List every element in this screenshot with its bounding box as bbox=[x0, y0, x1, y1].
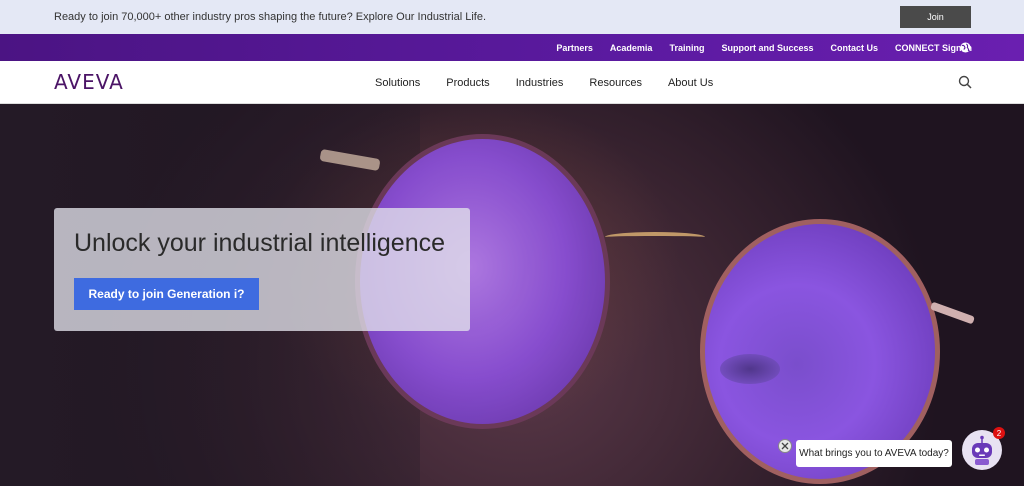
close-x-glyph bbox=[781, 442, 789, 450]
globe-icon[interactable] bbox=[960, 42, 971, 53]
hero-banner: Unlock your industrial intelligence Read… bbox=[0, 104, 1024, 486]
util-link-partners[interactable]: Partners bbox=[556, 43, 593, 53]
util-link-support[interactable]: Support and Success bbox=[721, 43, 813, 53]
util-link-academia[interactable]: Academia bbox=[610, 43, 653, 53]
eye-reflection bbox=[720, 354, 780, 384]
hero-card: Unlock your industrial intelligence Read… bbox=[54, 208, 470, 331]
nav-item-products[interactable]: Products bbox=[446, 77, 489, 89]
util-link-training[interactable]: Training bbox=[669, 43, 704, 53]
generation-i-button[interactable]: Ready to join Generation i? bbox=[74, 278, 259, 310]
aveva-logo[interactable]: AVEVA bbox=[54, 70, 124, 94]
nav-item-about-us[interactable]: About Us bbox=[668, 77, 713, 89]
join-button[interactable]: Join bbox=[900, 6, 971, 28]
search-icon[interactable] bbox=[958, 75, 972, 89]
main-nav: AVEVA Solutions Products Industries Reso… bbox=[0, 61, 1024, 104]
utility-nav: Partners Academia Training Support and S… bbox=[0, 34, 1024, 61]
nav-item-solutions[interactable]: Solutions bbox=[375, 77, 420, 89]
notification-badge: 2 bbox=[993, 427, 1005, 439]
nav-item-resources[interactable]: Resources bbox=[589, 77, 642, 89]
chat-prompt-bubble[interactable]: What brings you to AVEVA today? bbox=[796, 440, 952, 467]
announcement-text[interactable]: Ready to join 70,000+ other industry pro… bbox=[54, 11, 486, 23]
close-icon[interactable] bbox=[778, 439, 792, 453]
util-link-contact[interactable]: Contact Us bbox=[830, 43, 878, 53]
glasses-bridge bbox=[605, 232, 705, 242]
nav-item-industries[interactable]: Industries bbox=[516, 77, 564, 89]
hero-title: Unlock your industrial intelligence bbox=[74, 229, 446, 257]
announcement-bar: Ready to join 70,000+ other industry pro… bbox=[0, 0, 1024, 34]
